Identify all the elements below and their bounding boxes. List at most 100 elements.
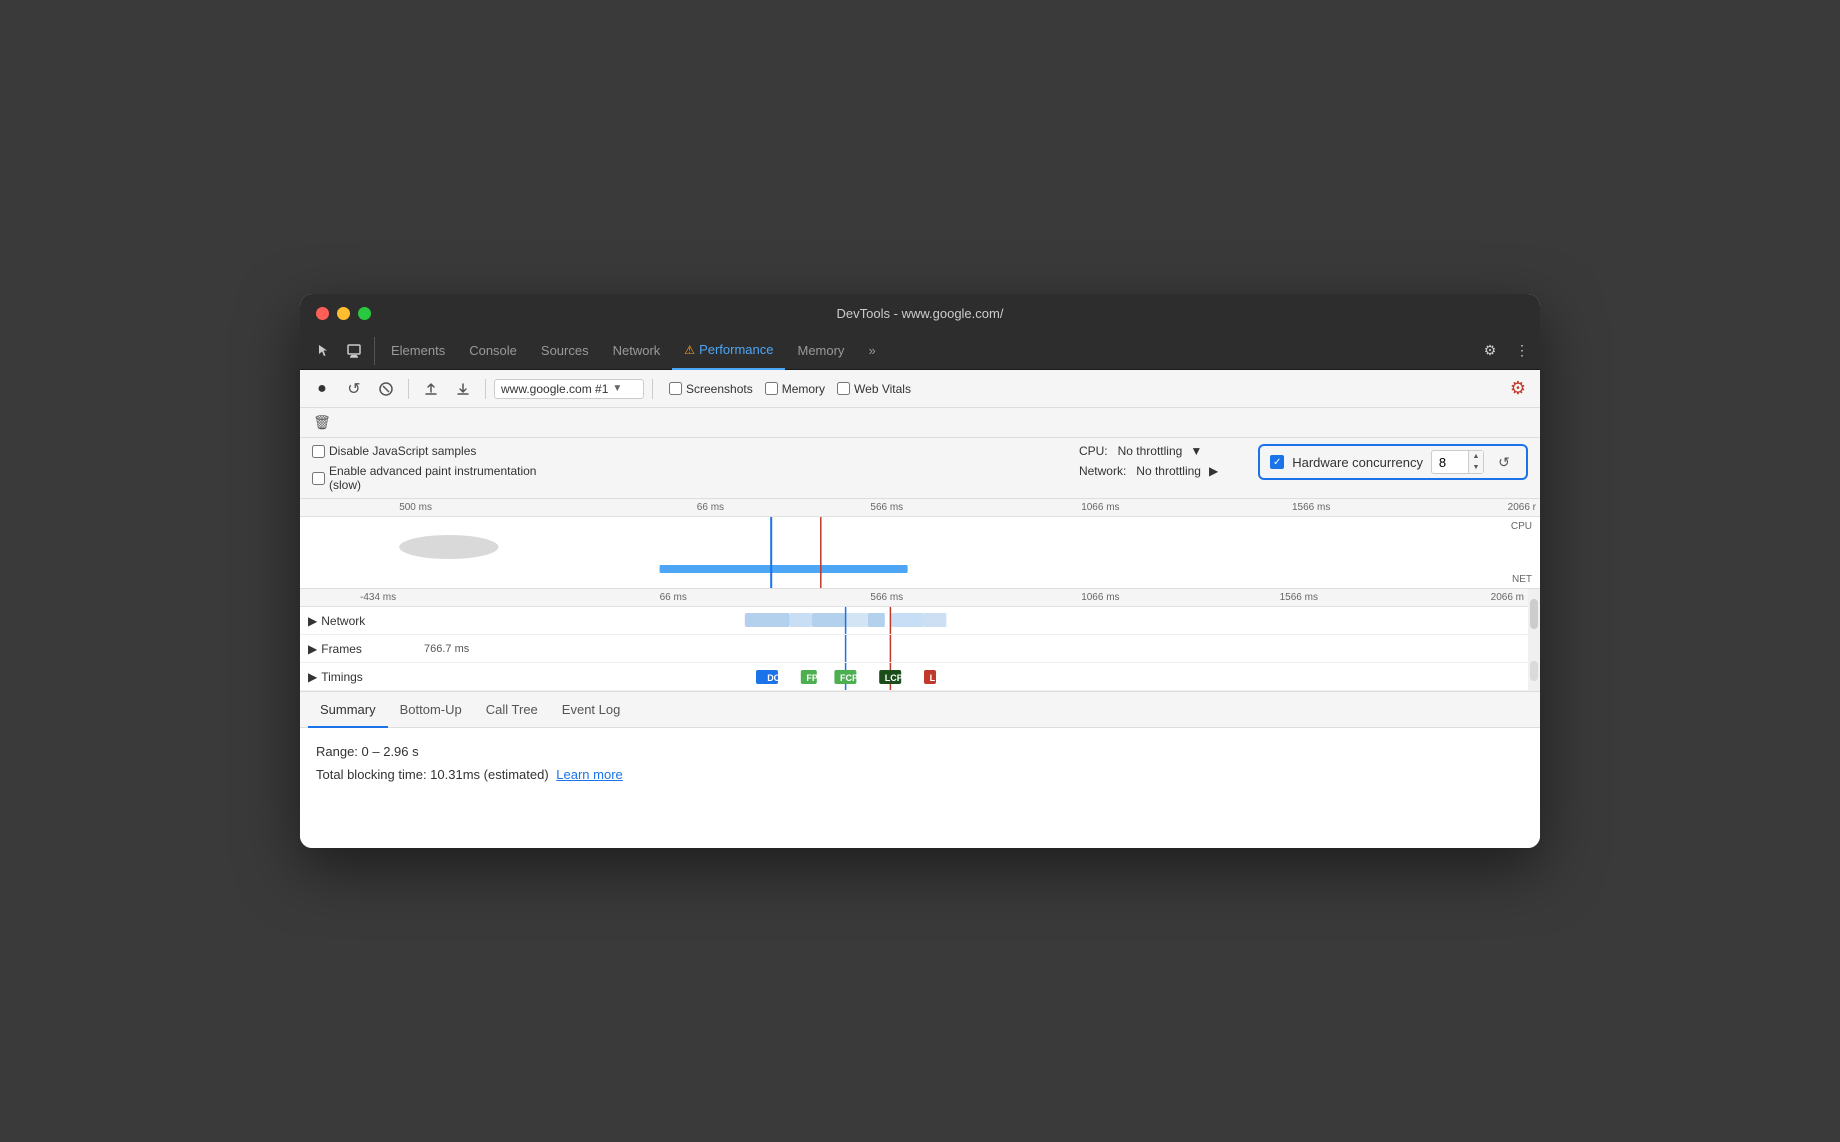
network-row-label[interactable]: ▶ Network [300, 614, 420, 628]
frames-row-content: 766.7 ms [420, 635, 1540, 662]
memory-label: Memory [782, 382, 825, 396]
reload-record-button[interactable]: ↺ [340, 375, 368, 403]
blocking-time-label: Total blocking time: 10.31ms (estimated) [316, 767, 549, 782]
spinner-controls: ▲ ▼ [1468, 451, 1483, 473]
svg-text:L: L [930, 673, 936, 683]
cpu-svg [300, 517, 1540, 589]
frames-expand-icon: ▶ [308, 642, 317, 656]
settings-panel: Disable JavaScript samples Enable advanc… [300, 438, 1540, 499]
delete-recording-button[interactable]: 🗑 [308, 409, 336, 437]
frames-row-label[interactable]: ▶ Frames [300, 642, 420, 656]
tab-call-tree-label: Call Tree [486, 702, 538, 717]
tab-elements[interactable]: Elements [379, 332, 457, 370]
enable-paint-text: Enable advanced paint instrumentation(sl… [329, 464, 536, 492]
memory-checkbox-label[interactable]: Memory [765, 382, 825, 396]
tab-bottom-up[interactable]: Bottom-Up [388, 692, 474, 728]
tab-network[interactable]: Network [601, 332, 673, 370]
tabs-right-controls: ⚙ ⋮ [1476, 337, 1536, 365]
close-button[interactable] [316, 307, 329, 320]
timeline-main: -434 ms 66 ms 566 ms 1066 ms 1566 ms 206… [300, 589, 1540, 692]
ruler-label-566: 566 ms [870, 502, 903, 513]
toolbar-separator-3 [652, 379, 653, 399]
screenshots-checkbox-label[interactable]: Screenshots [669, 382, 753, 396]
decrement-button[interactable]: ▼ [1469, 462, 1483, 473]
tab-performance[interactable]: ⚠ Performance [672, 332, 785, 370]
cpu-dropdown-icon[interactable]: ▼ [1190, 444, 1202, 458]
enable-paint-checkbox[interactable] [312, 472, 325, 485]
tab-console[interactable]: Console [457, 332, 529, 370]
tab-bottom-up-label: Bottom-Up [400, 702, 462, 717]
window-title: DevTools - www.google.com/ [837, 306, 1004, 321]
frames-duration: 766.7 ms [424, 643, 469, 655]
devtools-window: DevTools - www.google.com/ Elements Cons… [300, 294, 1540, 848]
web-vitals-checkbox-label[interactable]: Web Vitals [837, 382, 911, 396]
device-icon[interactable] [340, 337, 368, 365]
hw-concurrency-reset-button[interactable]: ↺ [1492, 450, 1516, 474]
settings-icon[interactable]: ⚙ [1476, 337, 1504, 365]
hw-concurrency-input[interactable] [1432, 453, 1468, 472]
timeline-overview: 500 ms 66 ms 566 ms 1066 ms 1566 ms 2066… [300, 499, 1540, 589]
ruler2-label--434: -434 ms [360, 592, 396, 603]
frames-svg [420, 635, 1540, 662]
hardware-concurrency-control: ✓ Hardware concurrency ▲ ▼ ↺ [1258, 444, 1528, 480]
web-vitals-checkbox[interactable] [837, 382, 850, 395]
throttle-controls: CPU: No throttling ▼ Network: No throttl… [1079, 444, 1258, 478]
maximize-button[interactable] [358, 307, 371, 320]
upload-button[interactable] [417, 375, 445, 403]
memory-checkbox[interactable] [765, 382, 778, 395]
ruler-label-1066: 1066 ms [1081, 502, 1119, 513]
network-svg [420, 607, 1540, 634]
frames-label-text: Frames [321, 642, 362, 656]
cpu-label: CPU: [1079, 444, 1108, 458]
svg-text:FP: FP [806, 673, 818, 683]
devtools-icon-group [304, 337, 375, 365]
learn-more-link[interactable]: Learn more [556, 767, 622, 782]
ruler2-label-566: 566 ms [870, 592, 903, 603]
scrollbar-thumb-bottom[interactable] [1530, 661, 1538, 681]
network-row: ▶ Network [300, 607, 1540, 635]
screenshots-checkbox[interactable] [669, 382, 682, 395]
timings-label-text: Timings [321, 670, 363, 684]
gear-settings-button[interactable]: ⚙ [1504, 375, 1532, 403]
tab-memory[interactable]: Memory [785, 332, 856, 370]
ruler-label-500: 500 ms [399, 502, 432, 513]
disable-js-text: Disable JavaScript samples [329, 444, 476, 458]
ruler-label-1566: 1566 ms [1292, 502, 1330, 513]
record-button[interactable]: ● [308, 375, 336, 403]
inspect-icon[interactable] [310, 337, 338, 365]
web-vitals-label: Web Vitals [854, 382, 911, 396]
network-label-text: Network [321, 614, 365, 628]
network-dropdown-icon[interactable]: ▶ [1209, 464, 1218, 478]
frames-row: ▶ Frames 766.7 ms [300, 635, 1540, 663]
scrollbar-thumb[interactable] [1530, 599, 1538, 629]
more-options-icon[interactable]: ⋮ [1508, 337, 1536, 365]
tab-summary[interactable]: Summary [308, 692, 388, 728]
hw-concurrency-number: ▲ ▼ [1431, 450, 1484, 474]
tab-sources[interactable]: Sources [529, 332, 601, 370]
tab-event-log[interactable]: Event Log [550, 692, 633, 728]
ruler-label-2066: 2066 r [1508, 502, 1536, 513]
clear-button[interactable] [372, 375, 400, 403]
download-button[interactable] [449, 375, 477, 403]
minimize-button[interactable] [337, 307, 350, 320]
tab-summary-label: Summary [320, 702, 376, 717]
enable-paint-label[interactable]: Enable advanced paint instrumentation(sl… [312, 464, 1079, 492]
recording-selector[interactable]: www.google.com #1 ▼ [494, 379, 644, 399]
performance-toolbar: ● ↺ www.google.com #1 ▼ [300, 370, 1540, 408]
tab-call-tree[interactable]: Call Tree [474, 692, 550, 728]
scrollbar-track[interactable] [1528, 589, 1540, 691]
svg-text:DCL: DCL [767, 673, 786, 683]
titlebar: DevTools - www.google.com/ [300, 294, 1540, 332]
disable-js-checkbox[interactable] [312, 445, 325, 458]
timings-expand-icon: ▶ [308, 670, 317, 684]
hw-concurrency-checkbox[interactable]: ✓ [1270, 455, 1284, 469]
ruler-label-66: 66 ms [697, 502, 724, 513]
tab-more[interactable]: » [856, 332, 887, 370]
settings-left: Disable JavaScript samples Enable advanc… [312, 444, 1079, 492]
network-label: Network: [1079, 464, 1126, 478]
timings-row-label[interactable]: ▶ Timings [300, 670, 420, 684]
ruler2-label-2066: 2066 m [1491, 592, 1524, 603]
tab-event-log-label: Event Log [562, 702, 621, 717]
increment-button[interactable]: ▲ [1469, 451, 1483, 462]
disable-js-label[interactable]: Disable JavaScript samples [312, 444, 1079, 458]
